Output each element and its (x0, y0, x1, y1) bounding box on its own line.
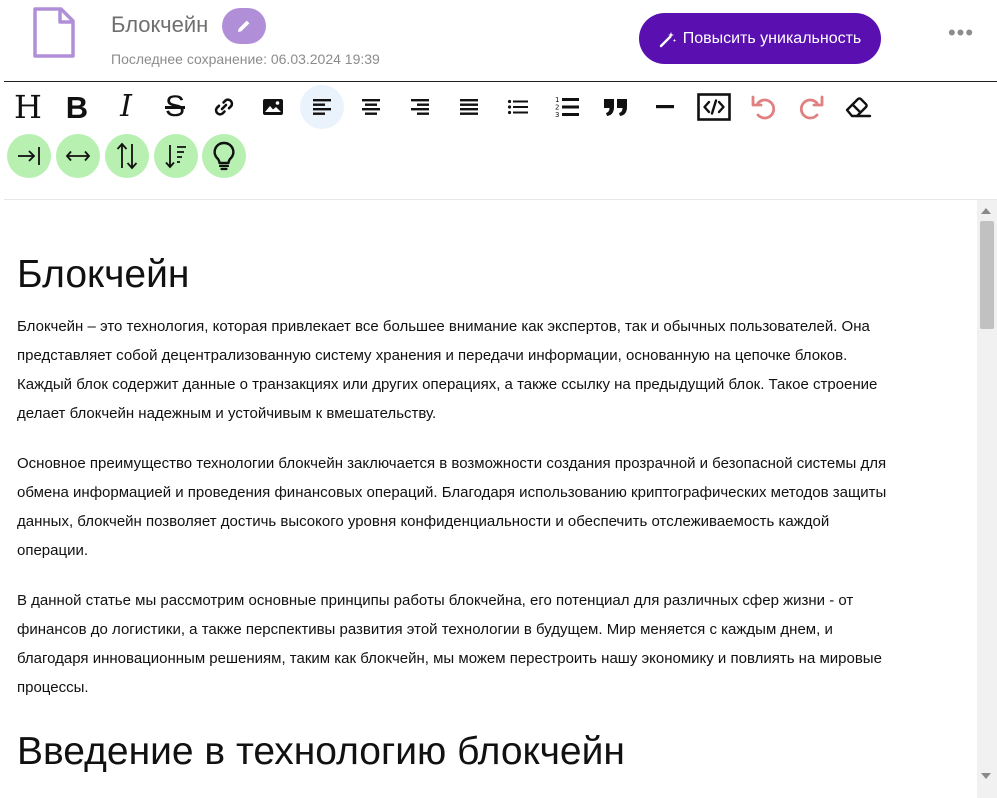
bold-icon: B (65, 89, 89, 125)
expand-text-button[interactable] (56, 134, 100, 178)
quote-icon (604, 99, 627, 116)
text-line: представляет собой децентрализованную си… (17, 347, 848, 364)
italic-button[interactable]: I (104, 85, 148, 129)
vertical-scrollbar[interactable] (977, 200, 997, 798)
text-line: Блокчейн – это технология, которая привл… (17, 318, 870, 335)
more-options-button[interactable]: ••• (944, 22, 978, 44)
text-line: Основное преимущество технологии блокчей… (17, 455, 887, 472)
bullet-list-button[interactable] (496, 85, 540, 129)
quote-button[interactable] (594, 85, 638, 129)
horizontal-rule-icon (656, 105, 674, 109)
align-justify-button[interactable] (447, 85, 491, 129)
code-view-icon (697, 93, 731, 121)
text-line: В данной статье мы рассмотрим основные п… (17, 592, 854, 609)
link-button[interactable] (202, 85, 246, 129)
text-line: Каждый блок содержит данные о транзакция… (17, 376, 878, 393)
align-justify-icon (460, 99, 478, 115)
text-line: процессы. (17, 679, 89, 696)
edit-title-button[interactable] (222, 8, 266, 44)
boost-uniqueness-button[interactable]: Повысить уникальность (639, 13, 881, 64)
align-center-icon (362, 99, 380, 115)
magic-wand-icon (659, 31, 676, 47)
heading-button[interactable]: H (6, 85, 50, 129)
paragraph-3: В данной статье мы рассмотрим основные п… (17, 586, 967, 702)
document-icon (33, 7, 75, 58)
expand-horizontal-icon (65, 150, 91, 162)
bold-button[interactable]: B (55, 85, 99, 129)
lightbulb-icon (213, 141, 235, 171)
code-view-button[interactable] (692, 85, 736, 129)
indent-button[interactable] (7, 134, 51, 178)
indent-icon (18, 147, 40, 165)
align-left-button[interactable] (300, 85, 344, 129)
redo-button[interactable] (790, 85, 834, 129)
text-line: делает блокчейн надежным и устойчивым к … (17, 405, 437, 422)
strikethrough-button[interactable]: S (153, 85, 197, 129)
paragraph-2: Основное преимущество технологии блокчей… (17, 449, 967, 565)
strikethrough-icon: S (164, 90, 185, 123)
ideas-button[interactable] (202, 134, 246, 178)
more-dots-icon: ••• (947, 20, 975, 45)
undo-button[interactable] (741, 85, 785, 129)
text-line: операции. (17, 542, 89, 559)
sort-vertical-icon (116, 142, 138, 170)
sort-vertical-button[interactable] (105, 134, 149, 178)
last-saved-text: Последнее сохранение: 06.03.2024 19:39 (111, 51, 380, 67)
text-line: благодаря инновационным решениям, таким … (17, 650, 882, 667)
boost-button-label: Повысить уникальность (682, 29, 862, 47)
pencil-icon (238, 20, 250, 32)
bullet-list-icon (507, 99, 528, 115)
svg-text:3: 3 (555, 111, 559, 118)
content-heading-2: Введение в технологию блокчейн (17, 730, 625, 773)
formatting-toolbar: H B I S 1 2 3 (4, 82, 997, 199)
undo-icon (751, 95, 776, 120)
align-center-button[interactable] (349, 85, 393, 129)
redo-icon (799, 95, 824, 120)
horizontal-rule-button[interactable] (643, 85, 687, 129)
sort-descending-icon (165, 145, 186, 169)
link-icon (214, 98, 234, 116)
numbered-list-button[interactable]: 1 2 3 (545, 85, 589, 129)
scroll-down-arrow-icon[interactable] (981, 773, 991, 779)
scroll-up-arrow-icon[interactable] (981, 208, 991, 214)
text-line: данных, блокчейн позволяет достичь высок… (17, 513, 830, 530)
editor-content[interactable]: Блокчейн Блокчейн – это технология, кото… (4, 200, 977, 798)
clear-formatting-button[interactable] (836, 85, 880, 129)
scrollbar-thumb[interactable] (980, 221, 994, 329)
italic-icon: I (120, 89, 132, 124)
paragraph-1: Блокчейн – это технология, которая привл… (17, 312, 967, 428)
numbered-list-icon: 1 2 3 (555, 96, 579, 118)
text-line: обмена информацией и проведения финансов… (17, 484, 887, 501)
eraser-icon (845, 97, 872, 118)
align-right-button[interactable] (398, 85, 442, 129)
image-button[interactable] (251, 85, 295, 129)
heading-icon: H (14, 88, 42, 126)
editor-header: Блокчейн Последнее сохранение: 06.03.202… (0, 0, 997, 82)
document-title: Блокчейн (111, 12, 209, 37)
align-left-icon (313, 99, 331, 115)
sort-descending-button[interactable] (154, 134, 198, 178)
content-heading-1: Блокчейн (17, 253, 190, 296)
align-right-icon (411, 99, 429, 115)
image-icon (263, 99, 283, 115)
text-line: финансов до логистики, а также перспекти… (17, 621, 833, 638)
